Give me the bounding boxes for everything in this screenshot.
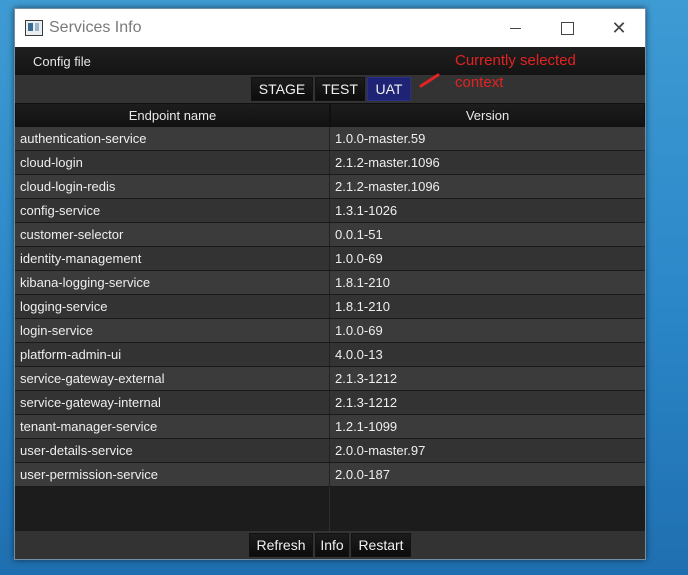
table-row[interactable]: logging-service 1.8.1-210 xyxy=(15,295,645,319)
table-row[interactable]: authentication-service 1.0.0-master.59 xyxy=(15,127,645,151)
table-row[interactable]: customer-selector 0.0.1-51 xyxy=(15,223,645,247)
context-stage-button[interactable]: STAGE xyxy=(251,77,313,101)
table-row[interactable]: config-service 1.3.1-1026 xyxy=(15,199,645,223)
version-cell[interactable]: 1.3.1-1026 xyxy=(330,199,645,222)
services-info-window: Services Info ✕ Config file STAGE TEST U… xyxy=(14,8,646,560)
minimize-button[interactable] xyxy=(489,9,541,47)
context-uat-button[interactable]: UAT xyxy=(367,77,411,101)
endpoint-name-cell[interactable]: identity-management xyxy=(15,247,330,270)
version-cell[interactable]: 1.2.1-1099 xyxy=(330,415,645,438)
endpoint-name-cell[interactable]: kibana-logging-service xyxy=(15,271,330,294)
title-bar[interactable]: Services Info ✕ xyxy=(15,9,645,47)
restart-button[interactable]: Restart xyxy=(351,533,411,557)
endpoint-name-cell[interactable]: service-gateway-external xyxy=(15,367,330,390)
version-cell[interactable]: 1.8.1-210 xyxy=(330,295,645,318)
header-endpoint-name[interactable]: Endpoint name xyxy=(15,103,330,127)
context-test-button[interactable]: TEST xyxy=(315,77,365,101)
annotation-arrow-icon xyxy=(419,73,440,88)
table-row[interactable]: tenant-manager-service 1.2.1-1099 xyxy=(15,415,645,439)
table-row[interactable]: service-gateway-internal 2.1.3-1212 xyxy=(15,391,645,415)
menu-config-file[interactable]: Config file xyxy=(33,54,91,69)
table-row[interactable]: identity-management 1.0.0-69 xyxy=(15,247,645,271)
endpoint-name-cell[interactable]: user-details-service xyxy=(15,439,330,462)
app-icon xyxy=(25,20,43,36)
table-row[interactable]: user-permission-service 2.0.0-187 xyxy=(15,463,645,487)
table-header: Endpoint name Version xyxy=(15,103,645,127)
endpoint-name-cell[interactable]: config-service xyxy=(15,199,330,222)
version-cell[interactable]: 4.0.0-13 xyxy=(330,343,645,366)
table-row[interactable]: login-service 1.0.0-69 xyxy=(15,319,645,343)
table-body: authentication-service 1.0.0-master.59 clo… xyxy=(15,127,645,487)
maximize-icon xyxy=(560,21,574,35)
endpoint-name-cell[interactable]: tenant-manager-service xyxy=(15,415,330,438)
version-cell[interactable]: 1.8.1-210 xyxy=(330,271,645,294)
table-row[interactable]: platform-admin-ui 4.0.0-13 xyxy=(15,343,645,367)
table-row[interactable]: cloud-login-redis 2.1.2-master.1096 xyxy=(15,175,645,199)
close-icon: ✕ xyxy=(611,18,627,38)
table-row[interactable]: kibana-logging-service 1.8.1-210 xyxy=(15,271,645,295)
minimize-icon xyxy=(509,27,521,29)
version-cell[interactable]: 1.0.0-69 xyxy=(330,319,645,342)
endpoint-name-cell[interactable]: cloud-login-redis xyxy=(15,175,330,198)
version-cell[interactable]: 1.0.0-69 xyxy=(330,247,645,270)
endpoint-name-cell[interactable]: user-permission-service xyxy=(15,463,330,486)
version-cell[interactable]: 2.1.3-1212 xyxy=(330,367,645,390)
version-cell[interactable]: 2.1.3-1212 xyxy=(330,391,645,414)
maximize-button[interactable] xyxy=(541,9,593,47)
endpoint-name-cell[interactable]: cloud-login xyxy=(15,151,330,174)
version-cell[interactable]: 2.0.0-187 xyxy=(330,463,645,486)
version-cell[interactable]: 1.0.0-master.59 xyxy=(330,127,645,150)
endpoint-name-cell[interactable]: logging-service xyxy=(15,295,330,318)
endpoint-name-cell[interactable]: authentication-service xyxy=(15,127,330,150)
endpoint-name-cell[interactable]: platform-admin-ui xyxy=(15,343,330,366)
annotation-label: Currently selected context xyxy=(455,52,576,91)
version-cell[interactable]: 2.0.0-master.97 xyxy=(330,439,645,462)
endpoint-name-cell[interactable]: customer-selector xyxy=(15,223,330,246)
version-cell[interactable]: 0.0.1-51 xyxy=(330,223,645,246)
table-row[interactable]: cloud-login 2.1.2-master.1096 xyxy=(15,151,645,175)
version-cell[interactable]: 2.1.2-master.1096 xyxy=(330,151,645,174)
table-row[interactable]: user-details-service 2.0.0-master.97 xyxy=(15,439,645,463)
endpoint-name-cell[interactable]: login-service xyxy=(15,319,330,342)
refresh-button[interactable]: Refresh xyxy=(249,533,313,557)
action-bar: Refresh Info Restart xyxy=(15,531,645,559)
table-row[interactable]: service-gateway-external 2.1.3-1212 xyxy=(15,367,645,391)
services-table: Endpoint name Version authentication-ser… xyxy=(15,103,645,531)
header-version[interactable]: Version xyxy=(330,103,645,127)
info-button[interactable]: Info xyxy=(315,533,349,557)
endpoint-name-cell[interactable]: service-gateway-internal xyxy=(15,391,330,414)
close-button[interactable]: ✕ xyxy=(593,9,645,47)
window-title: Services Info xyxy=(49,19,142,36)
version-cell[interactable]: 2.1.2-master.1096 xyxy=(330,175,645,198)
